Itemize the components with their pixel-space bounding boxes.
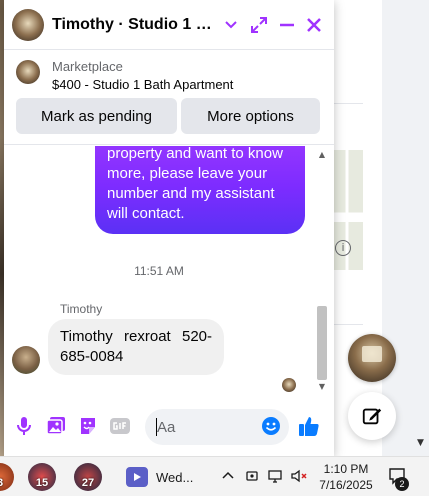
background-divider <box>331 103 363 104</box>
chat-window: Timothy · Studio 1 Bat... Marketplace $4… <box>4 0 334 456</box>
scroll-thumb[interactable] <box>317 306 327 380</box>
read-receipt-avatar <box>282 378 296 392</box>
mark-as-pending-button[interactable]: Mark as pending <box>16 98 177 134</box>
info-icon[interactable]: i <box>335 240 351 256</box>
more-options-button[interactable]: More options <box>181 98 320 134</box>
chat-header: Timothy · Studio 1 Bat... <box>4 0 334 50</box>
microphone-icon <box>17 417 31 435</box>
minimize-button[interactable] <box>274 12 300 38</box>
taskbar-app-label[interactable]: Wed... <box>156 470 193 485</box>
contact-avatar[interactable] <box>12 9 44 41</box>
scroll-down-icon[interactable]: ▼ <box>317 382 327 392</box>
incoming-message[interactable]: Timothy rexroat 520-685-0084 <box>48 319 224 375</box>
taskbar-app-icon[interactable]: 27 <box>74 463 102 491</box>
play-icon <box>134 473 141 481</box>
message-timestamp: 11:51 AM <box>134 264 184 278</box>
gif-icon <box>110 418 130 434</box>
message-list[interactable]: information about this property and want… <box>4 146 334 396</box>
chat-head-avatar[interactable] <box>348 334 396 382</box>
taskbar-app-icon[interactable]: 15 <box>28 463 56 491</box>
message-scrollbar[interactable]: ▲ ▼ <box>315 146 329 396</box>
sender-avatar[interactable] <box>12 346 40 374</box>
minimize-icon <box>280 23 294 27</box>
send-like-button[interactable] <box>297 414 321 438</box>
notification-count-badge: 2 <box>395 477 409 491</box>
taskbar-app-icon[interactable]: 3 <box>0 463 14 491</box>
taskbar: 3 15 27 Wed... 1:10 PM 7/16/2025 2 <box>0 456 429 496</box>
clock-time: 1:10 PM <box>323 462 369 476</box>
close-button[interactable] <box>301 12 327 38</box>
sender-name: Timothy <box>60 302 103 316</box>
listing-title[interactable]: $400 - Studio 1 Bath Apartment <box>52 77 233 92</box>
chevron-up-icon[interactable] <box>221 469 235 485</box>
message-composer <box>4 404 334 448</box>
taskbar-app-count: 27 <box>81 477 95 489</box>
close-icon <box>307 18 321 32</box>
listing-source: Marketplace <box>52 59 123 74</box>
background-right-panel <box>382 0 429 456</box>
gif-button[interactable] <box>108 414 132 438</box>
listing-banner: Marketplace $400 - Studio 1 Bath Apartme… <box>4 51 334 145</box>
photo-icon <box>46 417 65 435</box>
emoji-button[interactable] <box>259 414 283 438</box>
text-cursor <box>156 418 157 436</box>
compose-icon <box>362 408 382 425</box>
scroll-up-icon[interactable]: ▲ <box>317 150 327 160</box>
page-scroll-down-icon[interactable]: ▼ <box>417 438 427 448</box>
device-icon[interactable] <box>245 469 259 487</box>
background-divider <box>331 324 363 325</box>
attach-photo-button[interactable] <box>44 414 68 438</box>
voice-clip-button[interactable] <box>12 414 36 438</box>
taskbar-app-button[interactable] <box>126 467 148 487</box>
clock-date: 7/16/2025 <box>319 478 373 492</box>
system-clock[interactable]: 1:10 PM 7/16/2025 <box>318 461 374 493</box>
emoji-icon <box>262 417 280 435</box>
sticker-button[interactable] <box>76 414 100 438</box>
expand-icon <box>251 17 267 33</box>
taskbar-app-count: 15 <box>35 477 49 489</box>
taskbar-app-count: 3 <box>0 477 3 489</box>
sticker-icon <box>81 418 95 434</box>
thumbs-up-icon <box>299 417 319 436</box>
outgoing-message[interactable]: information about this property and want… <box>95 146 305 234</box>
network-icon[interactable] <box>268 469 284 487</box>
chat-title[interactable]: Timothy · Studio 1 Bat... <box>52 16 222 34</box>
new-message-button[interactable] <box>348 392 396 440</box>
expand-button[interactable] <box>246 12 272 38</box>
listing-thumbnail[interactable] <box>16 60 40 84</box>
volume-muted-icon[interactable] <box>291 469 309 487</box>
chat-options-button[interactable] <box>218 12 244 38</box>
chevron-down-icon <box>225 21 237 29</box>
